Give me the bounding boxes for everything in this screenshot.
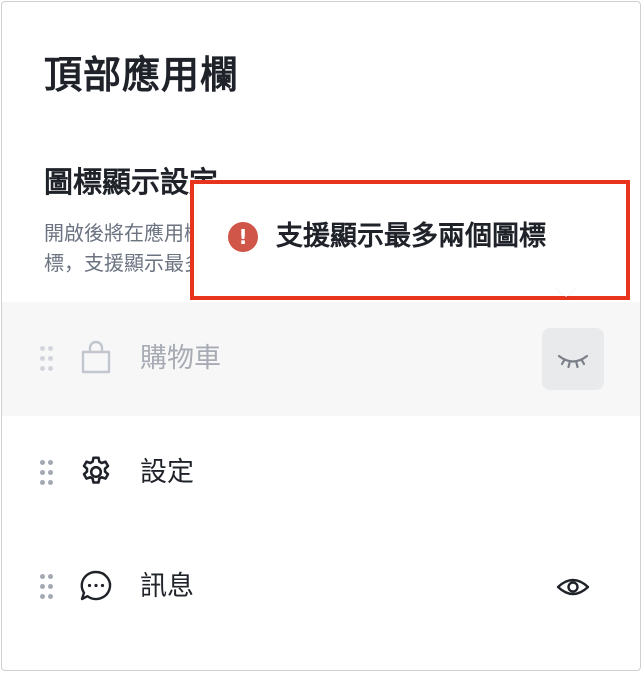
- gear-icon: [78, 454, 114, 490]
- icon-row-label: 訊息: [140, 571, 194, 602]
- drag-handle-icon[interactable]: [40, 574, 54, 600]
- chat-bubble-icon: [78, 568, 114, 604]
- icon-row-settings: 設定: [2, 416, 640, 530]
- alert-circle-icon: !: [228, 222, 258, 252]
- section-description-line-1: 開啟後將在應用欄: [44, 221, 194, 245]
- eye-closed-icon: [557, 354, 589, 369]
- settings-panel: 頂部應用欄 圖標顯示設定 開啟後將在應用欄 標，支援顯示最多 購物車 設定 訊息…: [1, 1, 641, 671]
- section-description-line-2: 標，支援顯示最多: [44, 251, 194, 275]
- visibility-toggle-button[interactable]: [542, 328, 604, 390]
- tooltip-arrow: [554, 285, 578, 297]
- max-icons-tooltip: ! 支援顯示最多兩個圖標: [190, 180, 630, 300]
- page-title: 頂部應用欄: [44, 53, 240, 97]
- icon-row-label: 設定: [140, 457, 194, 488]
- icon-row-label: 購物車: [140, 343, 221, 374]
- section-description: 開啟後將在應用欄 標，支援顯示最多: [44, 218, 194, 278]
- visibility-toggle-button[interactable]: [542, 556, 604, 618]
- tooltip-text: 支援顯示最多兩個圖標: [276, 221, 546, 252]
- shopping-bag-icon: [78, 340, 114, 376]
- icon-row-messages: 訊息: [2, 530, 640, 644]
- icon-row-shopping-cart: 購物車: [2, 302, 640, 416]
- drag-handle-icon[interactable]: [40, 346, 54, 372]
- drag-handle-icon[interactable]: [40, 460, 54, 486]
- eye-open-icon: [556, 578, 590, 596]
